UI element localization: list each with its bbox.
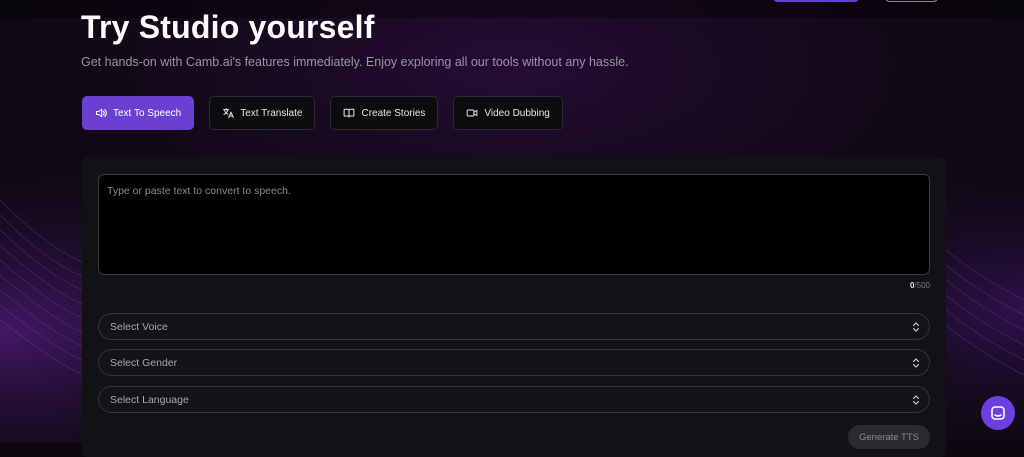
chat-launcher-button[interactable] [981, 396, 1015, 430]
tab-label: Create Stories [361, 107, 426, 119]
gender-select[interactable]: Select Gender [98, 349, 930, 376]
nav-primary-button[interactable] [772, 0, 860, 2]
page-title: Try Studio yourself [81, 9, 375, 45]
book-icon [344, 108, 355, 118]
tab-create-stories[interactable]: Create Stories [330, 96, 439, 130]
translate-icon [223, 108, 234, 118]
tab-label: Text To Speech [113, 107, 182, 119]
tab-text-to-speech[interactable]: Text To Speech [82, 96, 195, 130]
tab-label: Text Translate [240, 107, 303, 119]
gender-select-label: Select Gender [110, 356, 178, 369]
chevron-up-down-icon [912, 322, 920, 332]
video-icon [467, 109, 478, 117]
nav-secondary-button[interactable] [884, 0, 939, 2]
character-counter: 0/500 [910, 281, 930, 290]
chevron-up-down-icon [912, 395, 920, 405]
page-subtitle: Get hands-on with Camb.ai's features imm… [81, 55, 629, 69]
tts-text-placeholder: Type or paste text to convert to speech. [107, 185, 291, 197]
generate-tts-button[interactable]: Generate TTS [848, 425, 930, 449]
tts-panel: Type or paste text to convert to speech.… [82, 157, 946, 457]
voice-select-label: Select Voice [110, 320, 168, 333]
chevron-up-down-icon [912, 358, 920, 368]
tab-video-dubbing[interactable]: Video Dubbing [453, 96, 563, 130]
chat-icon [991, 406, 1005, 420]
language-select-label: Select Language [110, 393, 189, 406]
tts-text-input[interactable]: Type or paste text to convert to speech. [98, 174, 930, 275]
tab-text-translate[interactable]: Text Translate [209, 96, 316, 130]
tool-tabs: Text To Speech Text Translate Create Sto… [82, 96, 563, 130]
character-limit: /500 [914, 281, 930, 290]
speaker-icon [95, 108, 107, 118]
language-select[interactable]: Select Language [98, 386, 930, 413]
voice-select[interactable]: Select Voice [98, 313, 930, 340]
tab-label: Video Dubbing [484, 107, 550, 119]
